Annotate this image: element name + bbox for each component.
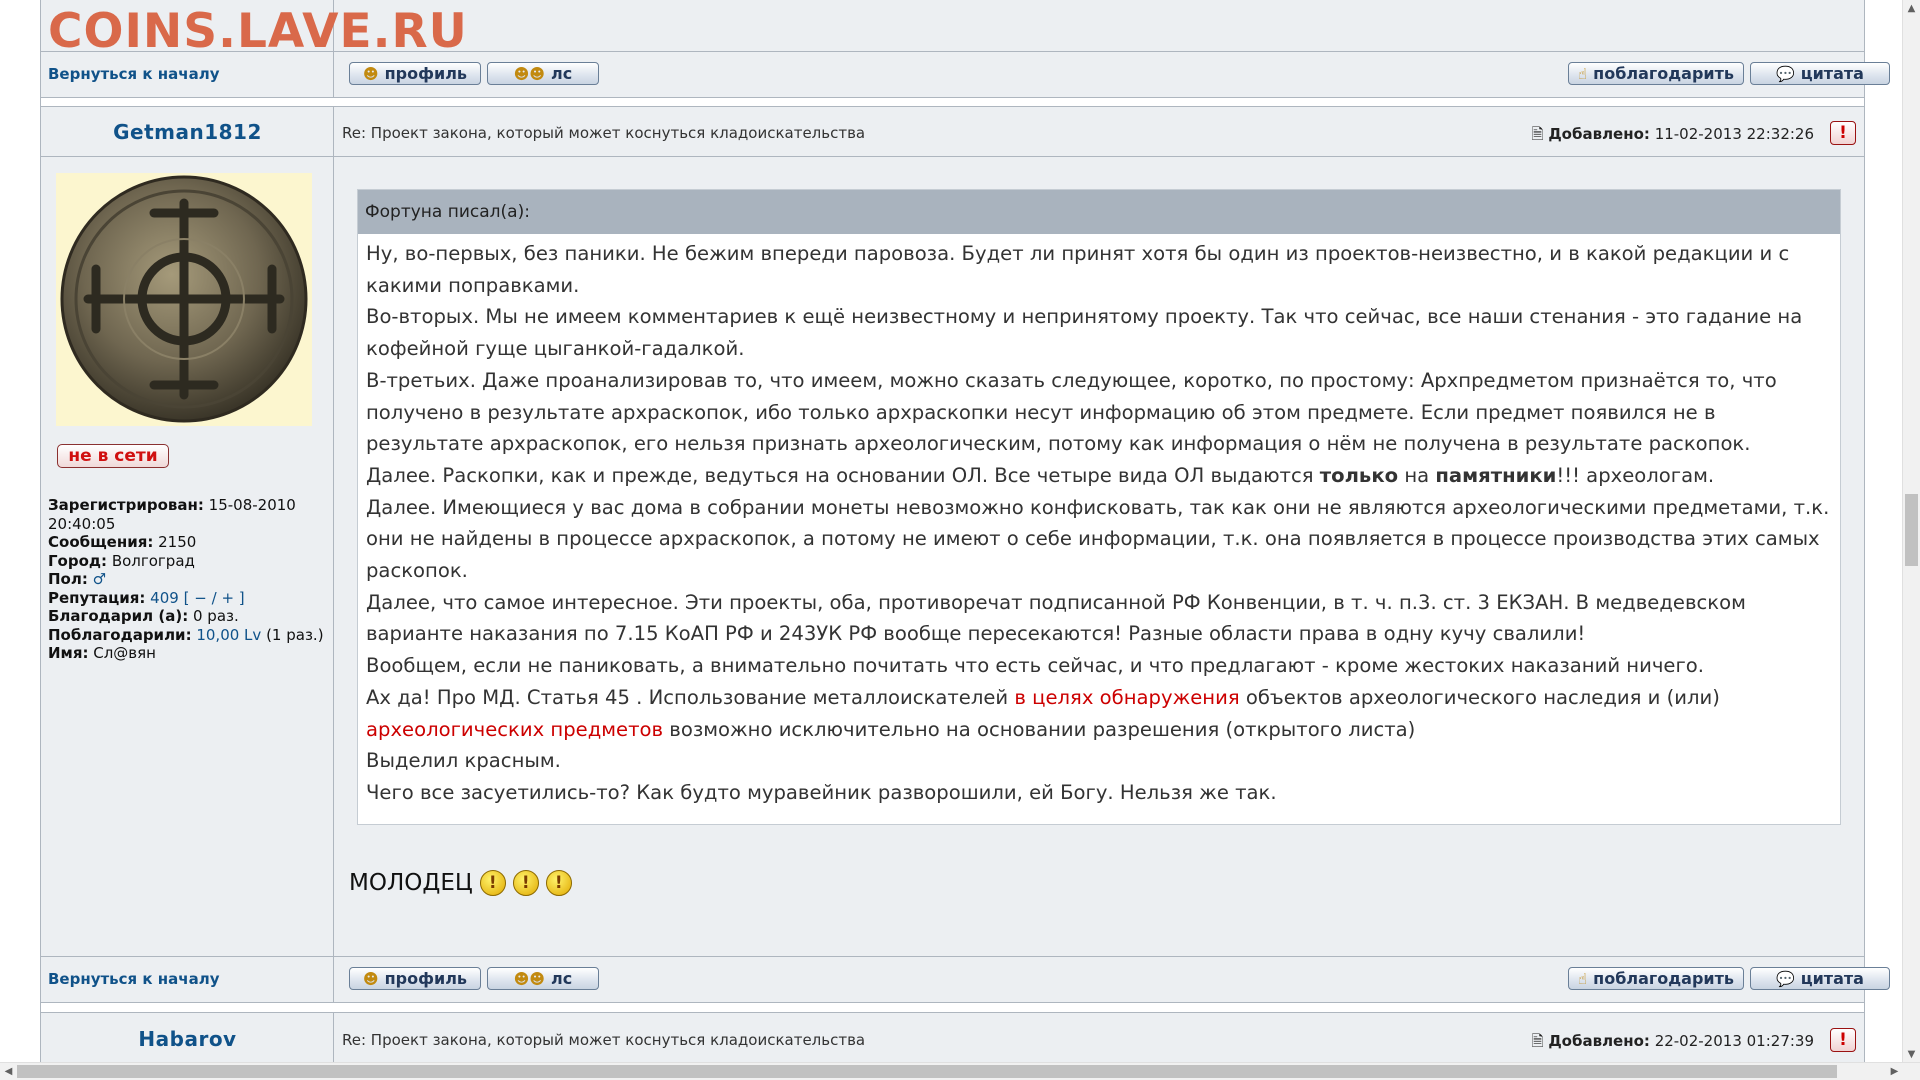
- was-thanked-link[interactable]: 10,00 Lv: [196, 626, 261, 644]
- quote-paragraph: В-третьих. Даже проанализировав то, что …: [366, 368, 1777, 456]
- author-profile: не в сети Зарегистрирован: 15-08-2010 20…: [41, 157, 334, 956]
- quote-paragraph: Далее, что самое интересное. Эти проекты…: [366, 590, 1746, 646]
- reputation-link[interactable]: 409: [150, 589, 179, 607]
- post-header: Getman1812 Re: Проект закона, который мо…: [41, 107, 1864, 156]
- user-icon: ☻: [362, 969, 379, 988]
- vertical-scroll-thumb[interactable]: [1905, 494, 1918, 566]
- scroll-down-arrow-icon[interactable]: ▼: [1903, 1046, 1920, 1063]
- speech-bubble-icon: 💬: [1776, 969, 1795, 988]
- quote-paragraph: Ах да! Про МД. Статья 45 . Использование…: [366, 685, 1720, 741]
- back-to-top-link[interactable]: Вернуться к началу: [48, 65, 219, 83]
- quote-paragraph: Выделил красным.: [366, 749, 561, 773]
- scroll-up-arrow-icon[interactable]: ▲: [1903, 0, 1920, 17]
- post-spacer: [41, 98, 1864, 106]
- horizontal-scroll-thumb[interactable]: [17, 1065, 1837, 1078]
- quote-paragraph: Вообщем, если не паниковать, а вниматель…: [366, 654, 1704, 678]
- stat-registered: Зарегистрирован: 15-08-2010 20:40:05: [48, 496, 296, 533]
- profile-button[interactable]: ☻ профиль: [349, 967, 481, 990]
- quote-paragraph: Чего все засуетились-то? Как будто мурав…: [366, 780, 1277, 804]
- report-button[interactable]: !: [1830, 121, 1856, 145]
- report-button[interactable]: !: [1830, 1028, 1856, 1052]
- post-date: 🗎 Добавлено: 22-02-2013 01:27:39: [1531, 1032, 1814, 1050]
- quote-text: Ну, во-первых, без паники. Не бежим впер…: [358, 234, 1840, 809]
- author-stats: Зарегистрирован: 15-08-2010 20:40:05 Соо…: [48, 496, 333, 663]
- stat-city: Город: Волгоград: [48, 551, 195, 570]
- quote-paragraph: Далее. Имеющиеся у вас дома в собрании м…: [366, 495, 1830, 583]
- avatar: [56, 173, 312, 426]
- post-reply-text: МОЛОДЕЦ ! ! !: [349, 870, 572, 896]
- profile-button[interactable]: ☻ профиль: [349, 62, 481, 85]
- thumbs-up-icon: ☝: [1578, 969, 1588, 988]
- exclamation-smiley-icon: !: [512, 870, 539, 896]
- document-icon: 🗎: [1531, 1032, 1544, 1050]
- quote-button[interactable]: 💬 цитата: [1750, 967, 1890, 990]
- stat-reputation: Репутация: 409 [ − / + ]: [48, 588, 245, 607]
- quote-block: Фортуна писал(а): Ну, во-первых, без пан…: [357, 189, 1841, 825]
- document-icon: 🗎: [1531, 125, 1544, 143]
- speech-bubble-icon: 💬: [1776, 64, 1795, 83]
- coin-avatar-image: [60, 175, 308, 423]
- highlighted-text: в целях обнаружения: [1014, 685, 1240, 709]
- reputation-minus-link[interactable]: −: [194, 589, 207, 607]
- vertical-scrollbar[interactable]: ▲ ▼: [1902, 0, 1920, 1063]
- stat-gender: Пол: ♂: [48, 570, 107, 588]
- scroll-right-arrow-icon[interactable]: ▶: [1886, 1063, 1903, 1080]
- site-watermark: COINS.LAVE.RU: [48, 4, 468, 59]
- stat-name: Имя: Сл@вян: [48, 644, 156, 662]
- quote-paragraph: Ну, во-первых, без паники. Не бежим впер…: [366, 242, 1790, 297]
- stat-messages: Сообщения: 2150: [48, 533, 197, 551]
- post-spacer: [41, 1003, 1864, 1012]
- back-to-top-link[interactable]: Вернуться к началу: [48, 970, 219, 988]
- author-name[interactable]: Getman1812: [41, 120, 334, 144]
- scroll-left-arrow-icon[interactable]: ◀: [0, 1063, 17, 1080]
- stat-was-thanked: Поблагодарили: 10,00 Lv (1 раз.): [48, 625, 324, 644]
- male-icon: ♂: [92, 570, 107, 588]
- post-date: 🗎 Добавлено: 11-02-2013 22:32:26: [1531, 125, 1814, 143]
- post-actions: Вернуться к началу ☻ профиль ☻☻ лс ☝ поб…: [41, 957, 1890, 1002]
- post-subject[interactable]: Re: Проект закона, который может коснуть…: [342, 1031, 865, 1049]
- thank-button[interactable]: ☝ поблагодарить: [1568, 967, 1744, 990]
- reputation-plus-link[interactable]: +: [221, 589, 234, 607]
- quote-header: Фортуна писал(а):: [358, 190, 1840, 234]
- users-icon: ☻☻: [513, 64, 546, 83]
- post-subject[interactable]: Re: Проект закона, который может коснуть…: [342, 124, 865, 142]
- user-icon: ☻: [362, 64, 379, 83]
- horizontal-scrollbar[interactable]: ◀ ▶: [0, 1062, 1920, 1080]
- quote-paragraph: Далее. Раскопки, как и прежде, ведуться …: [366, 463, 1715, 487]
- exclamation-smiley-icon: !: [479, 870, 506, 896]
- post-header: Habarov Re: Проект закона, который может…: [41, 1013, 1864, 1066]
- stat-thanked: Благодарил (а): 0 раз.: [48, 607, 239, 625]
- pm-button[interactable]: ☻☻ лс: [487, 62, 599, 85]
- quote-paragraph: Во-вторых. Мы не имеем комментариев к ещ…: [366, 305, 1803, 361]
- exclamation-smiley-icon: !: [545, 870, 572, 896]
- offline-status-badge: не в сети: [57, 444, 169, 468]
- thumbs-up-icon: ☝: [1578, 64, 1588, 83]
- pm-button[interactable]: ☻☻ лс: [487, 967, 599, 990]
- author-name[interactable]: Habarov: [41, 1027, 334, 1051]
- users-icon: ☻☻: [513, 969, 546, 988]
- highlighted-text: археологических предметов: [366, 717, 664, 741]
- quote-button[interactable]: 💬 цитата: [1750, 62, 1890, 85]
- thank-button[interactable]: ☝ поблагодарить: [1568, 62, 1744, 85]
